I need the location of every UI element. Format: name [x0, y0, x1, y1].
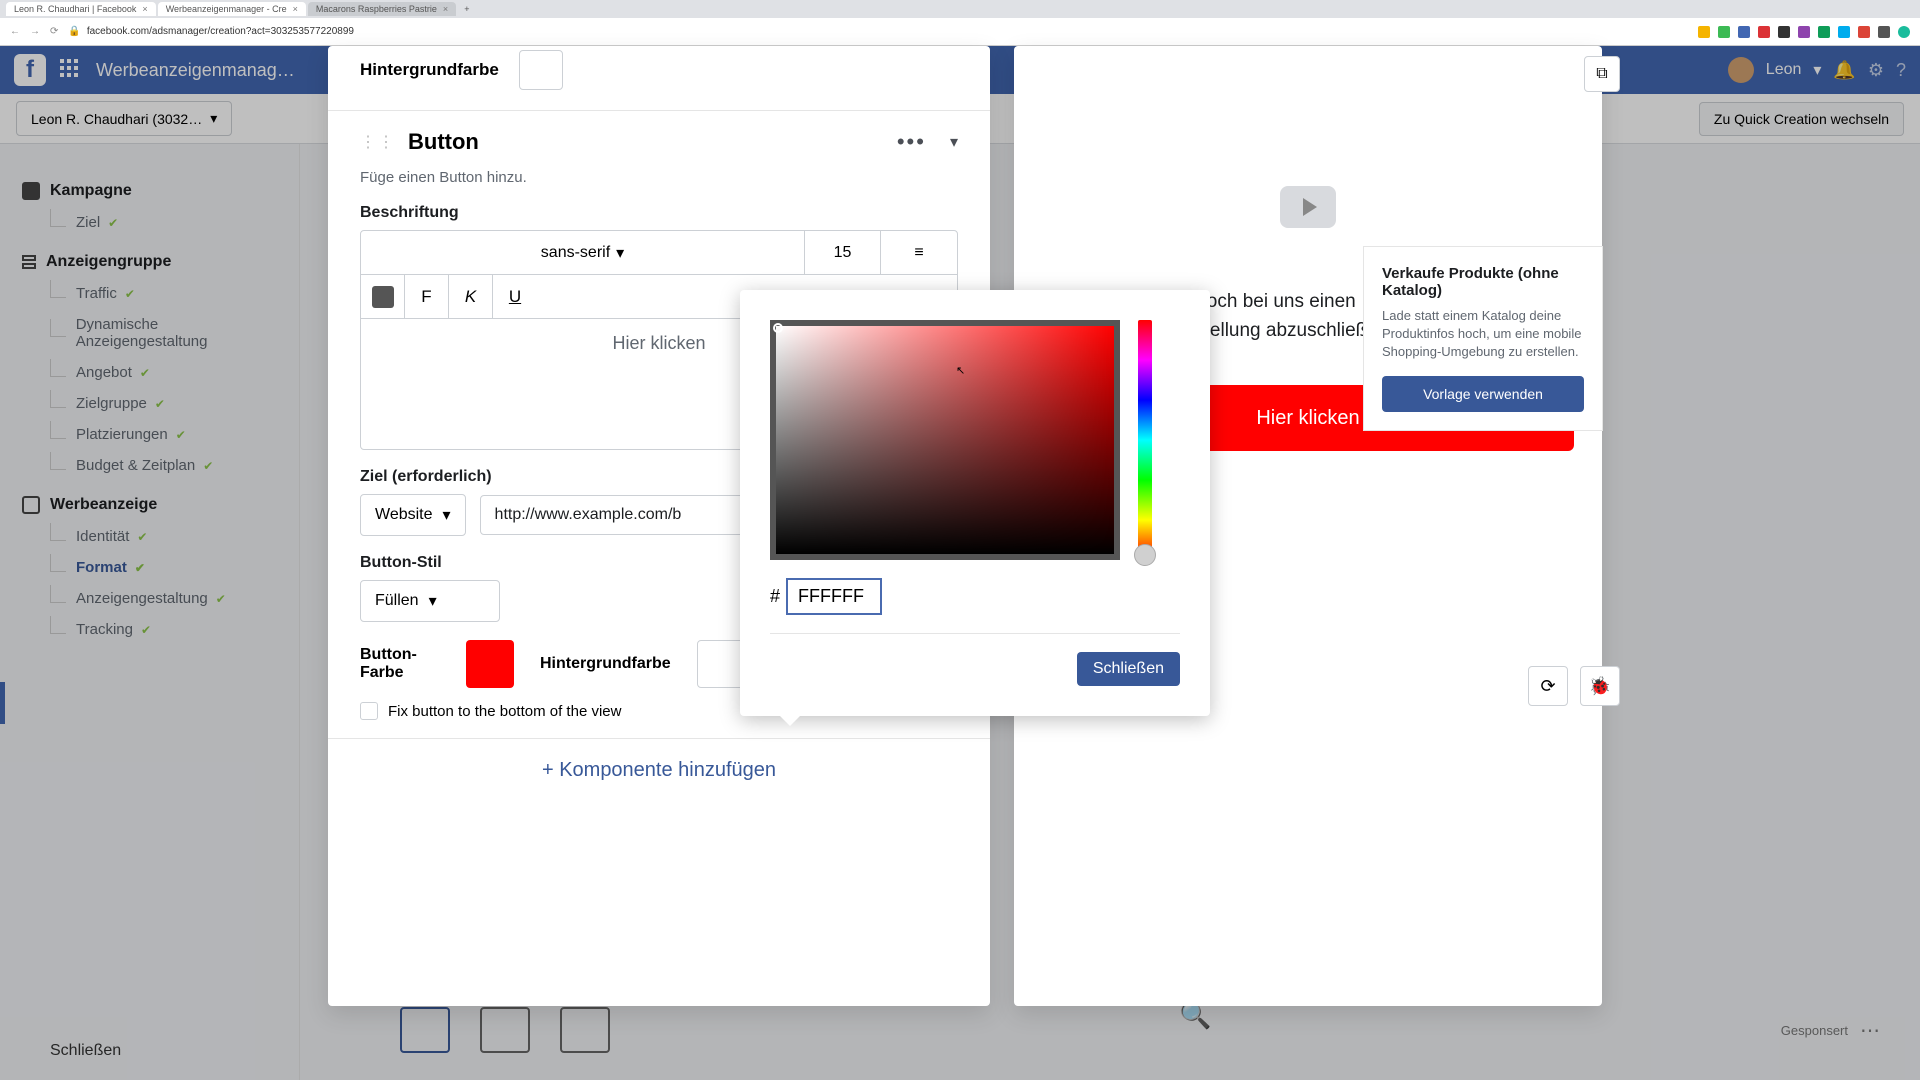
more-icon[interactable]: •••: [897, 129, 926, 155]
color-picker-close-button[interactable]: Schließen: [1077, 652, 1180, 686]
close-icon[interactable]: ×: [293, 4, 298, 14]
cursor-icon: ↖: [956, 364, 965, 377]
section-intro: Füge einen Button hinzu.: [360, 169, 958, 186]
lock-icon: 🔒: [68, 26, 80, 37]
bug-icon[interactable]: 🐞: [1580, 666, 1620, 706]
close-icon[interactable]: ×: [443, 4, 448, 14]
use-template-button[interactable]: Vorlage verwenden: [1382, 376, 1584, 412]
forward-icon[interactable]: →: [30, 26, 40, 37]
fix-bottom-label: Fix button to the bottom of the view: [388, 703, 621, 720]
fix-bottom-checkbox[interactable]: [360, 702, 378, 720]
template-card-body: Lade statt einem Katalog deine Produktin…: [1382, 307, 1584, 362]
new-tab-button[interactable]: +: [464, 4, 469, 14]
add-component-button[interactable]: + Komponente hinzufügen: [328, 739, 990, 812]
color-picker-popover: ↖ # Schließen: [740, 290, 1210, 716]
text-color-button[interactable]: [361, 275, 405, 318]
video-placeholder-icon: [1280, 186, 1336, 228]
open-preview-icon[interactable]: ⧉: [1584, 56, 1620, 92]
close-icon[interactable]: ×: [142, 4, 147, 14]
chevron-down-icon: ▾: [443, 505, 451, 525]
chevron-down-icon[interactable]: ▾: [950, 132, 958, 152]
hex-prefix: #: [770, 586, 780, 607]
template-card: Verkaufe Produkte (ohne Katalog) Lade st…: [1363, 246, 1603, 431]
hue-handle[interactable]: [1134, 544, 1156, 566]
underline-button[interactable]: U: [493, 275, 537, 318]
bold-button[interactable]: F: [405, 275, 449, 318]
color-picker-handle[interactable]: [773, 323, 783, 333]
font-select[interactable]: sans-serif▾: [361, 231, 805, 274]
color-picker-hue[interactable]: [1138, 320, 1152, 560]
reload-icon[interactable]: ⟳: [50, 26, 58, 37]
bg-color-label: Hintergrundfarbe: [540, 655, 671, 673]
button-color-label: Button-Farbe: [360, 646, 440, 682]
button-style-select[interactable]: Füllen▾: [360, 580, 500, 622]
chevron-down-icon: ▾: [429, 591, 437, 611]
extension-icons: [1698, 26, 1910, 38]
url-text[interactable]: facebook.com/adsmanager/creation?act=303…: [87, 26, 354, 37]
italic-button[interactable]: K: [449, 275, 493, 318]
refresh-icon[interactable]: ⟳: [1528, 666, 1568, 706]
color-picker-saturation[interactable]: ↖: [770, 320, 1120, 560]
browser-tab[interactable]: Macarons Raspberries Pastrie×: [308, 2, 456, 16]
target-type-select[interactable]: Website▾: [360, 494, 466, 536]
button-bg-color-swatch[interactable]: [697, 640, 745, 688]
prev-section-label: Hintergrundfarbe: [360, 60, 499, 80]
browser-tab-strip: Leon R. Chaudhari | Facebook× Werbeanzei…: [0, 0, 1920, 18]
align-button[interactable]: ≡: [881, 244, 957, 262]
caption-label: Beschriftung: [360, 204, 958, 222]
section-title: Button: [408, 129, 897, 155]
font-size-input[interactable]: 15: [805, 231, 881, 274]
browser-tab[interactable]: Werbeanzeigenmanager - Cre×: [158, 2, 306, 16]
button-color-swatch[interactable]: [466, 640, 514, 688]
browser-toolbar: ← → ⟳ 🔒 facebook.com/adsmanager/creation?…: [0, 18, 1920, 46]
bg-color-swatch[interactable]: [519, 50, 563, 90]
template-card-title: Verkaufe Produkte (ohne Katalog): [1382, 265, 1584, 299]
drag-handle-icon[interactable]: ⋮⋮: [360, 132, 396, 152]
browser-tab[interactable]: Leon R. Chaudhari | Facebook×: [6, 2, 156, 16]
back-icon[interactable]: ←: [10, 26, 20, 37]
chevron-down-icon: ▾: [616, 243, 624, 263]
hex-input[interactable]: [786, 578, 882, 615]
